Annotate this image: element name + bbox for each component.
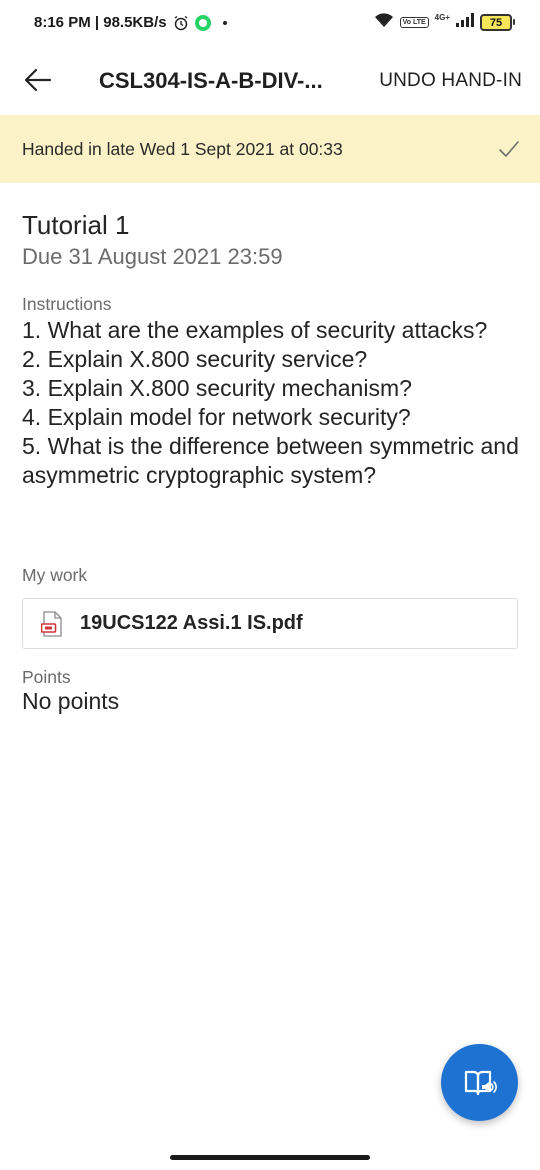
page-title: CSL304-IS-A-B-DIV-... [99,68,323,93]
check-icon [499,141,519,157]
signal-icon [456,13,474,32]
instruction-item: 2. Explain X.800 security service? [22,346,368,372]
instructions-list: 1. What are the examples of security att… [22,316,520,490]
navigation-handle[interactable] [170,1155,370,1160]
instruction-item: 3. Explain X.800 security mechanism? [22,375,412,401]
my-work-label: My work [22,565,88,585]
attached-file-card[interactable]: 19UCS122 Assi.1 IS.pdf [22,598,518,649]
immersive-reader-icon [464,1070,497,1096]
assignment-title: Tutorial 1 [22,210,130,240]
wifi-icon [374,12,394,33]
pdf-file-icon [41,611,62,637]
app-bar: CSL304-IS-A-B-DIV-... UNDO HAND-IN [0,52,540,108]
arrow-left-icon [24,68,52,92]
network-type: 4G+ [434,13,450,22]
alarm-icon [173,15,189,31]
immersive-reader-button[interactable] [441,1044,518,1121]
handed-in-status: Handed in late Wed 1 Sept 2021 at 00:33 [22,139,343,159]
points-value: No points [22,688,120,714]
file-name: 19UCS122 Assi.1 IS.pdf [80,612,303,634]
due-date: Due 31 August 2021 23:59 [22,244,283,269]
whatsapp-icon [194,14,211,31]
back-button[interactable] [22,64,54,96]
volte-badge: Vo LTE [399,17,429,28]
undo-hand-in-button[interactable]: UNDO HAND-IN [379,70,522,92]
time-speed: 8:16 PM | 98.5KB/s [34,14,167,31]
battery-level: 75 [489,16,503,29]
points-label: Points [22,667,71,687]
status-left: 8:16 PM | 98.5KB/s [34,14,227,31]
status-banner: Handed in late Wed 1 Sept 2021 at 00:33 [0,115,540,183]
battery-icon: 75 [480,14,515,31]
status-right: Vo LTE 4G+ 75 [374,12,515,33]
instruction-item: 1. What are the examples of security att… [22,317,488,343]
instruction-item: 5. What is the difference between symmet… [22,433,519,488]
status-bar: 8:16 PM | 98.5KB/s Vo LTE 4G+ 75 [0,0,540,48]
instruction-item: 4. Explain model for network security? [22,404,411,430]
instructions-label: Instructions [22,294,112,314]
notification-dot-icon [222,20,227,25]
